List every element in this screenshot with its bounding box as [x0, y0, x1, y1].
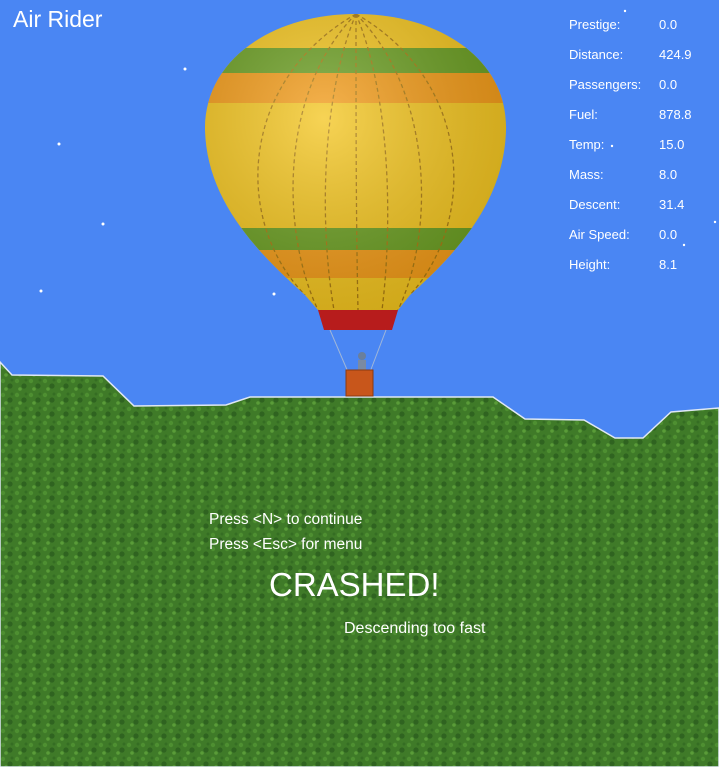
stat-label: Prestige:: [569, 17, 621, 32]
menu-hint: Press <Esc> for menu: [209, 536, 363, 553]
crash-status: CRASHED!: [269, 566, 440, 603]
stats-panel: Prestige: 0.0 Distance: 424.9 Passengers…: [569, 13, 719, 283]
stat-value: 31.4: [659, 197, 685, 212]
stat-label: Temp:: [569, 137, 605, 152]
app-title: Air Rider: [13, 6, 103, 32]
basket: [345, 369, 374, 397]
stat-value: 8.1: [659, 257, 678, 272]
pilot: [358, 352, 366, 370]
continue-hint: Press <N> to continue: [209, 511, 363, 528]
stat-height: Height: 8.1: [569, 253, 719, 283]
stat-value: 0.0: [659, 227, 678, 242]
stat-value: 0.0: [659, 17, 678, 32]
stat-label: Fuel:: [569, 107, 598, 122]
stat-value: 424.9: [659, 47, 692, 62]
crash-reason: Descending too fast: [344, 620, 486, 637]
stat-value: 878.8: [659, 107, 692, 122]
stat-value: 0.0: [659, 77, 678, 92]
stat-label: Air Speed:: [569, 227, 630, 242]
stat-mass: Mass: 8.0: [569, 163, 719, 193]
stat-value: 15.0: [659, 137, 685, 152]
balloon-skirt: [318, 310, 398, 330]
stat-label: Descent:: [569, 197, 621, 212]
stat-air-speed: Air Speed: 0.0: [569, 223, 719, 253]
stat-label: Passengers:: [569, 77, 642, 92]
stat-temp: Temp: 15.0: [569, 133, 719, 163]
stat-label: Mass:: [569, 167, 604, 182]
stat-prestige: Prestige: 0.0: [569, 13, 719, 43]
stat-distance: Distance: 424.9: [569, 43, 719, 73]
stat-label: Height:: [569, 257, 611, 272]
stat-label: Distance:: [569, 47, 624, 62]
stat-value: 8.0: [659, 167, 678, 182]
stat-passengers: Passengers: 0.0: [569, 73, 719, 103]
stat-descent: Descent: 31.4: [569, 193, 719, 223]
stat-fuel: Fuel: 878.8: [569, 103, 719, 133]
